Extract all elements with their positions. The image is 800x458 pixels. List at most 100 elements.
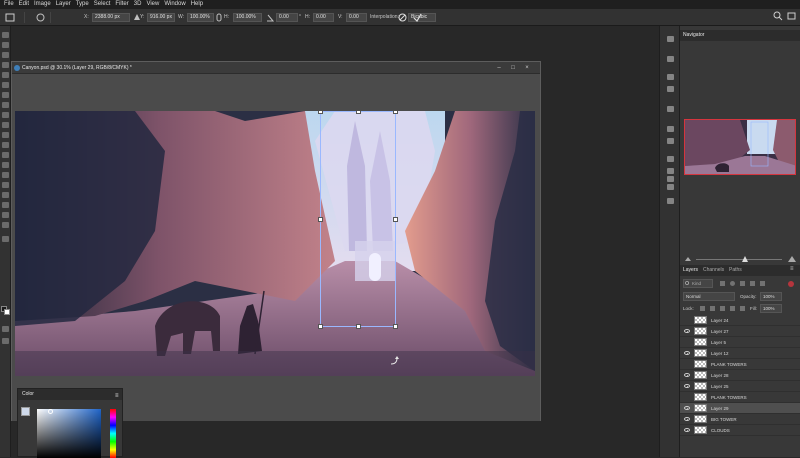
path-select-tool-icon[interactable]: [2, 192, 9, 198]
menu-file[interactable]: File: [4, 0, 14, 9]
angle-field[interactable]: 0.00: [276, 13, 298, 22]
workspace-icon[interactable]: [787, 11, 796, 21]
move-tool-icon[interactable]: [5, 13, 15, 22]
gradient-tool-icon[interactable]: [2, 142, 9, 148]
channels-icon[interactable]: [667, 198, 674, 204]
visibility-eye-icon[interactable]: [684, 384, 690, 388]
menu-layer[interactable]: Layer: [56, 0, 71, 9]
menu-type[interactable]: Type: [76, 0, 89, 9]
visibility-toggle[interactable]: [683, 394, 691, 401]
lasso-tool-icon[interactable]: [2, 52, 9, 58]
layer-row[interactable]: Layer 27: [680, 326, 800, 337]
move-tool-icon[interactable]: [2, 32, 9, 38]
h-skew-field[interactable]: 0.00: [313, 13, 334, 22]
brush-tool-icon[interactable]: [2, 102, 9, 108]
transform-handle[interactable]: [356, 111, 361, 114]
background-color-swatch[interactable]: [4, 309, 10, 315]
visibility-eye-icon[interactable]: [684, 428, 690, 432]
hand-tool-icon[interactable]: [2, 212, 9, 218]
shape-filter-icon[interactable]: [750, 281, 755, 286]
transform-bounding-box[interactable]: [320, 111, 396, 327]
clone-source-icon[interactable]: [667, 156, 674, 162]
healing-tool-icon[interactable]: [2, 92, 9, 98]
zoom-tool-icon[interactable]: [2, 222, 9, 228]
panel-menu-icon[interactable]: ≡: [115, 391, 119, 402]
type-tool-icon[interactable]: [2, 182, 9, 188]
menu-window[interactable]: Window: [164, 0, 185, 9]
layer-row[interactable]: Layer 5: [680, 337, 800, 348]
layer-row[interactable]: PLANK TOWERS: [680, 359, 800, 370]
layer-row[interactable]: Layer 24: [680, 315, 800, 326]
color-panel-header[interactable]: Color ≡: [18, 389, 122, 400]
minimize-icon[interactable]: –: [496, 65, 502, 71]
menu-select[interactable]: Select: [94, 0, 111, 9]
zoom-out-icon[interactable]: [684, 256, 692, 262]
blend-mode-select[interactable]: Normal: [683, 292, 735, 301]
pen-tool-icon[interactable]: [2, 172, 9, 178]
transform-handle[interactable]: [318, 324, 323, 329]
marquee-tool-icon[interactable]: [2, 42, 9, 48]
history-brush-tool-icon[interactable]: [2, 122, 9, 128]
transform-handle[interactable]: [393, 324, 398, 329]
quick-select-tool-icon[interactable]: [2, 62, 9, 68]
panel-menu-icon[interactable]: ≡: [790, 266, 794, 272]
quick-mask-icon[interactable]: [2, 326, 9, 332]
opacity-field[interactable]: 100%: [760, 292, 782, 301]
dodge-tool-icon[interactable]: [2, 162, 9, 168]
visibility-eye-icon[interactable]: [684, 406, 690, 410]
blur-tool-icon[interactable]: [2, 152, 9, 158]
tab-channels[interactable]: Channels: [703, 265, 724, 276]
height-field[interactable]: 100.00%: [233, 13, 262, 22]
visibility-toggle[interactable]: [683, 339, 691, 346]
visibility-toggle[interactable]: [683, 361, 691, 368]
brush-settings-icon[interactable]: [667, 74, 674, 80]
transform-handle[interactable]: [393, 217, 398, 222]
canvas-area[interactable]: [12, 74, 540, 421]
lock-all-icon[interactable]: [740, 306, 745, 311]
visibility-eye-icon[interactable]: [684, 373, 690, 377]
transform-handle[interactable]: [318, 111, 323, 114]
properties-icon[interactable]: [667, 56, 674, 62]
foreground-swatch[interactable]: [21, 407, 30, 416]
layer-row[interactable]: BIG TOWER: [680, 414, 800, 425]
menu-view[interactable]: View: [146, 0, 159, 9]
screen-mode-icon[interactable]: [2, 338, 9, 344]
pixel-filter-icon[interactable]: [720, 281, 725, 286]
transform-handle[interactable]: [318, 217, 323, 222]
color-picker-cursor[interactable]: [48, 409, 53, 414]
layer-row[interactable]: Layer 25: [680, 381, 800, 392]
visibility-eye-icon[interactable]: [684, 351, 690, 355]
y-position-field[interactable]: 916.00 px: [147, 13, 175, 22]
layer-row[interactable]: Layer 28: [680, 370, 800, 381]
color-picker-field[interactable]: [37, 409, 101, 458]
visibility-toggle[interactable]: [683, 317, 691, 324]
cancel-transform-icon[interactable]: [398, 13, 407, 22]
x-position-field[interactable]: 2388.00 px: [92, 13, 130, 22]
visibility-eye-icon[interactable]: [684, 329, 690, 333]
lock-position-icon[interactable]: [720, 306, 725, 311]
character-icon[interactable]: [667, 126, 674, 132]
tool-presets-icon[interactable]: [667, 168, 674, 174]
menu-image[interactable]: Image: [34, 0, 51, 9]
search-icon[interactable]: [773, 11, 783, 21]
more-tools-icon[interactable]: [2, 236, 9, 242]
layer-row[interactable]: CLOUDS: [680, 425, 800, 436]
paragraph-icon[interactable]: [667, 138, 674, 144]
eraser-tool-icon[interactable]: [2, 132, 9, 138]
history-icon[interactable]: [667, 36, 674, 42]
tab-layers[interactable]: Layers: [683, 265, 698, 276]
layer-row[interactable]: Layer 12: [680, 348, 800, 359]
v-skew-field[interactable]: 0.00: [346, 13, 367, 22]
navigator-tab[interactable]: Navigator: [683, 30, 704, 41]
document-title-bar[interactable]: Canyon.psd @ 30.1% (Layer 29, RGB/8/CMYK…: [12, 62, 540, 74]
navigator-header[interactable]: Navigator: [680, 30, 800, 41]
menu-edit[interactable]: Edit: [19, 0, 29, 9]
reference-point-icon[interactable]: [36, 13, 45, 22]
lock-image-icon[interactable]: [710, 306, 715, 311]
link-icon[interactable]: [216, 13, 222, 22]
width-field[interactable]: 100.00%: [187, 13, 214, 22]
navigator-thumbnail[interactable]: [684, 119, 796, 175]
fill-field[interactable]: 100%: [760, 304, 782, 313]
lock-artboard-icon[interactable]: [730, 306, 735, 311]
layer-row[interactable]: PLANK TOWERS: [680, 392, 800, 403]
